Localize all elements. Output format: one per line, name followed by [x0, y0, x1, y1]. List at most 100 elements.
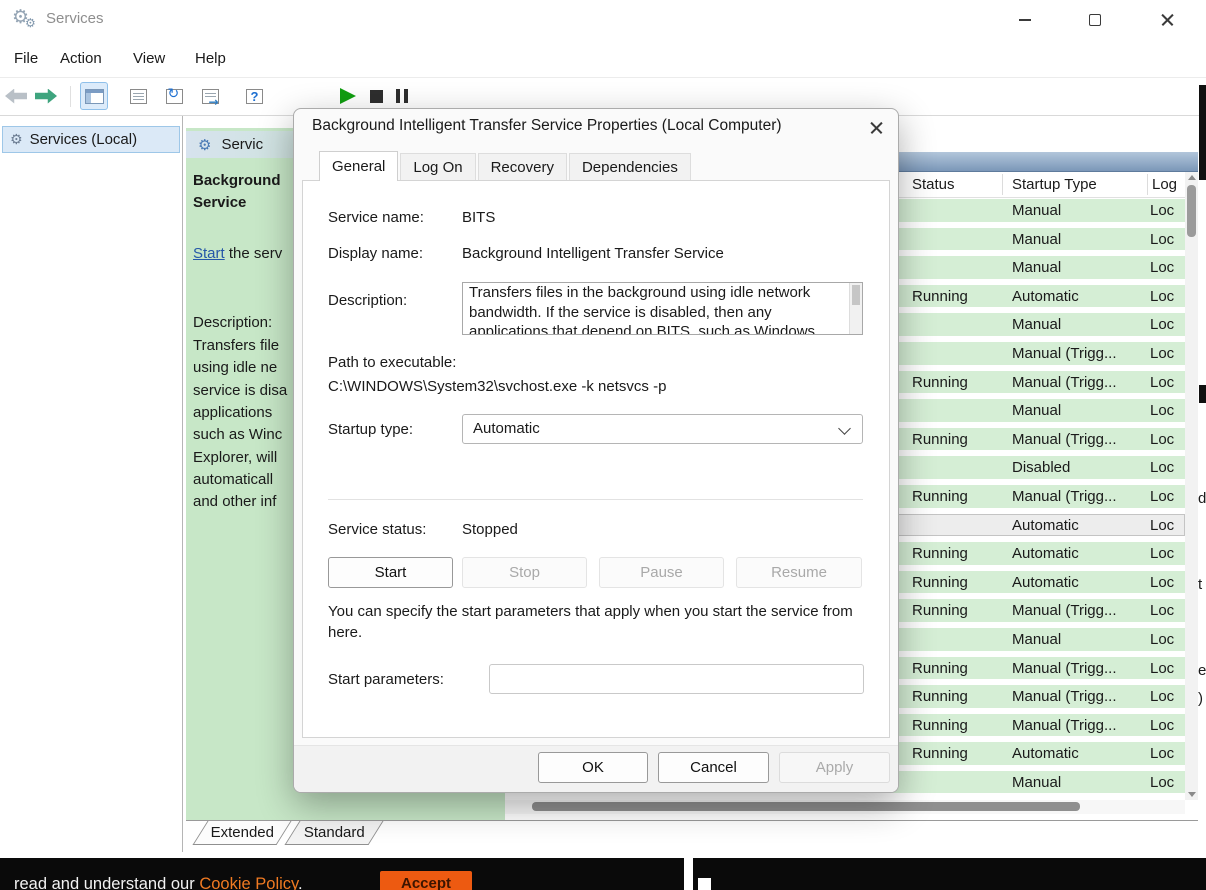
- cell-log-on-as: Loc: [1150, 258, 1174, 278]
- background-window-edge: [1199, 385, 1206, 403]
- tab-dependencies[interactable]: Dependencies: [569, 153, 691, 181]
- cookie-message-suffix: .: [298, 875, 303, 890]
- close-icon: [869, 121, 884, 136]
- minimize-icon: [1019, 19, 1031, 21]
- description-box[interactable]: Transfers files in the background using …: [462, 282, 863, 335]
- description-line: such as Winc: [193, 426, 282, 443]
- cookie-bar-fragment: [698, 878, 711, 890]
- help-button[interactable]: [240, 82, 268, 110]
- banner-gear-icon: ⚙: [198, 136, 211, 154]
- pause-button[interactable]: Pause: [599, 557, 724, 588]
- service-status-value: Stopped: [462, 521, 518, 538]
- tab-extended[interactable]: Extended: [193, 821, 292, 845]
- cell-status: Running: [912, 430, 968, 450]
- cell-log-on-as: Loc: [1150, 659, 1174, 679]
- path-to-executable-label: Path to executable:: [328, 354, 456, 371]
- description-line: Transfers file: [193, 337, 279, 354]
- refresh-button[interactable]: [160, 82, 188, 110]
- back-button[interactable]: [2, 82, 30, 110]
- properties-dialog: Background Intelligent Transfer Service …: [293, 108, 899, 793]
- cell-log-on-as: Loc: [1150, 201, 1174, 221]
- scrollbar-thumb[interactable]: [852, 285, 860, 305]
- export-list-icon: [202, 89, 219, 104]
- stop-icon: [370, 90, 383, 103]
- cell-log-on-as: Loc: [1150, 430, 1174, 450]
- tab-recovery[interactable]: Recovery: [478, 153, 567, 181]
- cell-log-on-as: Loc: [1150, 630, 1174, 650]
- start-line-suffix: the serv: [225, 245, 283, 262]
- tree-item-label: Services (Local): [30, 131, 138, 148]
- cancel-button[interactable]: Cancel: [658, 752, 769, 783]
- apply-button[interactable]: Apply: [779, 752, 890, 783]
- startup-type-label: Startup type:: [328, 421, 413, 438]
- cell-log-on-as: Loc: [1150, 687, 1174, 707]
- export-list-button[interactable]: [196, 82, 224, 110]
- view-tabs-strip: Extended Standard: [186, 820, 1198, 848]
- column-header-status[interactable]: Status: [912, 176, 955, 193]
- start-parameters-input[interactable]: [489, 664, 864, 694]
- column-header-log-on-as[interactable]: Log: [1152, 176, 1177, 193]
- scroll-down-icon[interactable]: [1188, 792, 1196, 797]
- cell-startup-type: Manual: [1012, 201, 1061, 221]
- help-icon: [246, 89, 263, 104]
- minimize-button[interactable]: [1002, 0, 1048, 40]
- dialog-close-button[interactable]: [858, 113, 894, 143]
- start-button[interactable]: Start: [328, 557, 453, 588]
- start-service-button[interactable]: [334, 82, 362, 110]
- menu-item-help[interactable]: Help: [189, 40, 232, 78]
- resume-button[interactable]: Resume: [736, 557, 862, 588]
- pause-service-button[interactable]: [388, 82, 416, 110]
- menu-bar: File Action View Help: [0, 40, 1206, 78]
- cookie-policy-link[interactable]: Cookie Policy: [199, 875, 298, 890]
- selected-service-title-line1: Background: [193, 172, 281, 189]
- selected-service-title-line2: Service: [193, 194, 246, 211]
- accept-button[interactable]: Accept: [380, 871, 472, 890]
- menu-item-view[interactable]: View: [127, 40, 171, 78]
- menu-item-file[interactable]: File: [8, 40, 44, 78]
- cell-status: Running: [912, 287, 968, 307]
- ok-button[interactable]: OK: [538, 752, 648, 783]
- stop-button[interactable]: Stop: [462, 557, 587, 588]
- forward-button[interactable]: [32, 82, 60, 110]
- scroll-up-icon[interactable]: [1188, 175, 1196, 180]
- banner-label: Servic: [221, 136, 263, 153]
- tab-standard[interactable]: Standard: [285, 821, 384, 845]
- start-service-line: Start the serv: [193, 245, 282, 262]
- column-header-startup-type[interactable]: Startup Type: [1012, 176, 1097, 193]
- column-separator[interactable]: [1002, 174, 1003, 195]
- show-console-tree-button[interactable]: [80, 82, 108, 110]
- scrollbar-thumb[interactable]: [532, 802, 1080, 811]
- cookie-message: read and understand our Cookie Policy.: [14, 875, 303, 890]
- toolbar-separator: [70, 86, 71, 107]
- maximize-button[interactable]: [1072, 0, 1118, 40]
- description-label: Description:: [193, 314, 272, 331]
- tree-item-services-local[interactable]: ⚙ Services (Local): [2, 126, 180, 153]
- startup-type-value: Automatic: [473, 420, 540, 437]
- cell-log-on-as: Loc: [1150, 516, 1174, 536]
- properties-button[interactable]: [124, 82, 152, 110]
- display-name-label: Display name:: [328, 245, 423, 262]
- stop-service-button[interactable]: [362, 82, 390, 110]
- cell-log-on-as: Loc: [1150, 573, 1174, 593]
- app-titlebar: ⚙ ⚙ Services: [0, 0, 1206, 40]
- vertical-scrollbar[interactable]: [1185, 172, 1198, 800]
- tab-log-on[interactable]: Log On: [400, 153, 475, 181]
- scrollbar-thumb[interactable]: [1187, 185, 1196, 237]
- background-window-edge: [1199, 85, 1206, 180]
- menu-item-action[interactable]: Action: [54, 40, 108, 78]
- close-button[interactable]: [1144, 0, 1190, 40]
- cell-startup-type: Manual: [1012, 401, 1061, 421]
- cell-status: Running: [912, 487, 968, 507]
- close-icon: [1160, 13, 1175, 28]
- start-service-link[interactable]: Start: [193, 245, 225, 262]
- tab-page-general: Service name: BITS Display name: Backgro…: [302, 180, 890, 738]
- service-name-label: Service name:: [328, 209, 424, 226]
- startup-type-select[interactable]: Automatic: [462, 414, 863, 444]
- cell-startup-type: Manual: [1012, 315, 1061, 335]
- background-text-fragment: t: [1198, 576, 1206, 593]
- horizontal-scrollbar[interactable]: [505, 800, 1185, 814]
- tab-general[interactable]: General: [319, 151, 398, 181]
- description-scrollbar[interactable]: [849, 283, 862, 334]
- column-separator[interactable]: [1147, 174, 1148, 195]
- description-text-line: bandwidth. If the service is disabled, t…: [469, 303, 862, 323]
